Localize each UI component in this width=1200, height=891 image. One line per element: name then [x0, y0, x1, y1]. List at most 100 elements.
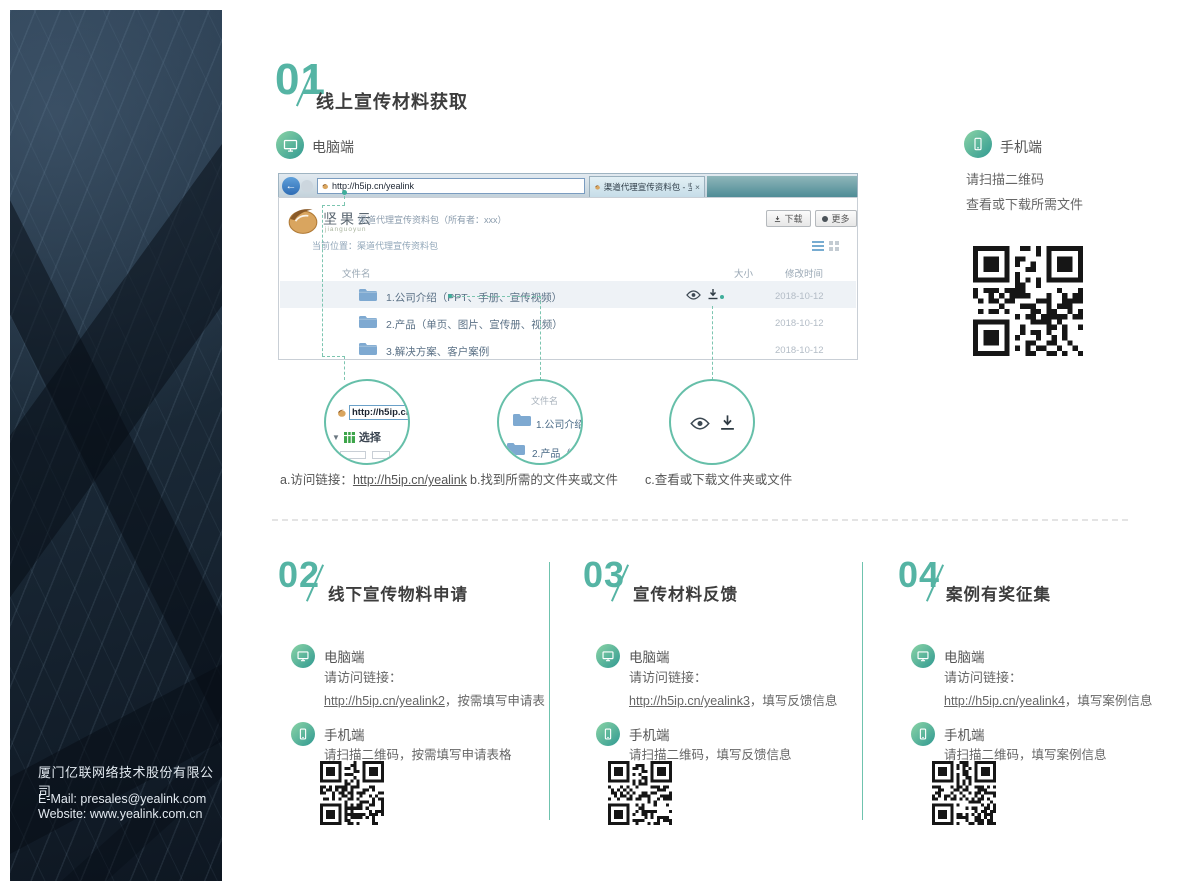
- table-select-icon: [344, 432, 355, 443]
- breadcrumb: 当前位置：渠道代理宣传资料包: [312, 239, 438, 252]
- apply-link[interactable]: http://h5ip.cn/yealink2: [324, 694, 445, 708]
- pc-link-line: http://h5ip.cn/yealink3，填写反馈信息: [629, 690, 837, 709]
- zoom-circle-files: 文件名 1.公司介绍（P 2.产品（单: [497, 379, 583, 465]
- section1-title: 线上宣传材料获取: [316, 88, 468, 114]
- pc-instruction: 请访问链接：: [629, 667, 707, 686]
- pc-label: 电脑端: [324, 646, 365, 666]
- browser-titlebar-fill: [707, 176, 857, 197]
- jianguoyun-logo-icon: [286, 203, 320, 235]
- nut-icon: [594, 183, 601, 191]
- mobile-label: 手机端: [944, 724, 985, 744]
- connector-line: [322, 356, 345, 357]
- browser-chrome-bar: ← http://h5ip.cn/yealink 渠道代理宣传资料包 - 坚果.…: [278, 173, 858, 197]
- zoom-select-label: 选择: [359, 429, 381, 445]
- zoom-file-row: 2.产品（单: [532, 445, 580, 460]
- phone-icon: [911, 722, 935, 746]
- caption-a: a.访问链接：http://h5ip.cn/yealink: [280, 469, 467, 488]
- zoom-decor: [340, 451, 366, 459]
- case-link[interactable]: http://h5ip.cn/yealink4: [944, 694, 1065, 708]
- caption-c: c.查看或下载文件夹或文件: [645, 469, 792, 488]
- zoom-file-row: 1.公司介绍（P: [536, 416, 583, 431]
- grid-view-icon: [829, 241, 839, 251]
- file-name: 3.解决方案、客户案例: [386, 344, 489, 359]
- qr-code: [608, 761, 672, 825]
- nut-icon: [321, 182, 329, 190]
- company-website: Website: www.yealink.com.cn: [38, 807, 202, 821]
- link-suffix: ，填写反馈信息: [750, 694, 838, 708]
- monitor-icon: [596, 644, 620, 668]
- column-modified: 修改时间: [785, 266, 823, 280]
- download-icon: [719, 414, 736, 431]
- eye-icon: [690, 417, 710, 430]
- connector-dot: [720, 295, 724, 299]
- tab-close-icon: ×: [695, 182, 700, 192]
- zoom-url-text: http://h5ip.cn/ye: [349, 405, 410, 420]
- pc-label: 电脑端: [944, 646, 985, 666]
- monitor-icon: [276, 131, 304, 159]
- more-icon: [822, 216, 828, 222]
- mobile-label: 手机端: [1000, 137, 1042, 157]
- qr-code: [320, 761, 384, 825]
- monitor-icon: [911, 644, 935, 668]
- address-url: http://h5ip.cn/yealink: [332, 181, 414, 191]
- caption-a-prefix: a.访问链接：: [280, 473, 353, 487]
- file-date: 2018-10-12: [775, 291, 824, 302]
- phone-icon: [291, 722, 315, 746]
- caption-a-link[interactable]: http://h5ip.cn/yealink: [353, 473, 467, 487]
- connector-line: [452, 296, 540, 297]
- eye-icon: [686, 290, 701, 300]
- connector-line: [344, 196, 345, 205]
- download-icon: [707, 288, 719, 300]
- link-suffix: ，填写案例信息: [1065, 694, 1153, 708]
- file-name: 2.产品（单页、图片、宣传册、视频）: [386, 317, 563, 332]
- feedback-link[interactable]: http://h5ip.cn/yealink3: [629, 694, 750, 708]
- mobile-instruction-1: 请扫描二维码: [966, 169, 1044, 188]
- pc-label: 电脑端: [312, 137, 354, 157]
- column-filename: 文件名: [342, 266, 371, 280]
- caption-b: b.找到所需的文件夹或文件: [470, 469, 618, 488]
- folder-icon: [358, 314, 378, 329]
- folder-icon: [512, 412, 532, 427]
- section-divider: [272, 519, 1128, 521]
- jianguoyun-logo-sub: jianguoyun: [325, 226, 366, 233]
- connector-line: [712, 306, 713, 380]
- pc-label: 电脑端: [629, 646, 670, 666]
- column-size: 大小: [734, 266, 753, 280]
- phone-icon: [596, 722, 620, 746]
- nut-icon: [336, 407, 347, 418]
- zoom-circle-actions: [669, 379, 755, 465]
- folder-icon: [506, 441, 526, 456]
- pc-instruction: 请访问链接：: [324, 667, 402, 686]
- column-divider: [549, 562, 550, 820]
- browser-tab: 渠道代理宣传资料包 - 坚果.. ×: [589, 176, 705, 197]
- qr-code: [932, 761, 996, 825]
- qr-code: [973, 246, 1083, 356]
- download-button-label: 下载: [784, 212, 802, 225]
- tab-title: 渠道代理宣传资料包 - 坚果..: [604, 181, 692, 193]
- connector-line: [322, 205, 323, 356]
- pc-instruction: 请访问链接：: [944, 667, 1022, 686]
- mobile-label: 手机端: [629, 724, 670, 744]
- connector-line: [344, 356, 345, 380]
- folder-icon: [358, 287, 378, 302]
- file-date: 2018-10-12: [775, 318, 824, 329]
- brochure-page: 厦门亿联网络技术股份有限公司 E-Mail: presales@yealink.…: [0, 0, 1200, 891]
- connector-dot: [342, 190, 347, 195]
- company-email: E-Mail: presales@yealink.com: [38, 792, 206, 806]
- connector-line: [540, 296, 541, 380]
- section3-title: 宣传材料反馈: [633, 581, 738, 605]
- mobile-label: 手机端: [324, 724, 365, 744]
- zoom-circle-link: http://h5ip.cn/ye ▼ 选择: [324, 379, 410, 465]
- more-button: 更多: [815, 210, 857, 227]
- zoom-decor: [372, 451, 390, 459]
- download-icon: [774, 215, 781, 223]
- zoom-col-header: 文件名: [531, 394, 558, 407]
- download-button: 下载: [766, 210, 811, 227]
- connector-line: [322, 205, 345, 206]
- forward-icon: [301, 180, 313, 192]
- sidebar-photo: 厦门亿联网络技术股份有限公司 E-Mail: presales@yealink.…: [10, 10, 222, 881]
- monitor-icon: [291, 644, 315, 668]
- phone-icon: [964, 130, 992, 158]
- pc-link-line: http://h5ip.cn/yealink2，按需填写申请表: [324, 690, 545, 709]
- folder-icon: [358, 341, 378, 356]
